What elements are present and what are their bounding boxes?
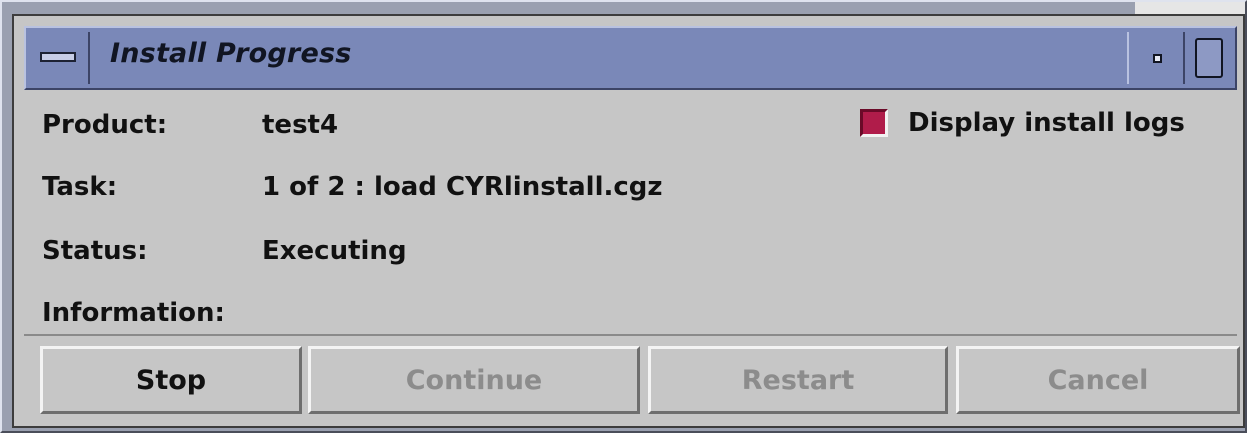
window-menu-icon — [40, 52, 76, 62]
task-value: 1 of 2 : load CYRlinstall.cgz — [262, 172, 663, 202]
status-value: Executing — [262, 236, 407, 266]
restart-button[interactable]: Restart — [648, 346, 948, 414]
task-label: Task: — [42, 172, 118, 202]
install-progress-window: Install Progress Product: test4 Display … — [12, 14, 1245, 428]
minimize-button[interactable] — [1127, 32, 1185, 84]
display-logs-label: Display install logs — [908, 108, 1185, 138]
cancel-button[interactable]: Cancel — [956, 346, 1240, 414]
product-value: test4 — [262, 110, 339, 140]
window-title: Install Progress — [110, 38, 352, 69]
maximize-button[interactable] — [1187, 32, 1231, 84]
display-logs-checkbox[interactable] — [860, 109, 888, 137]
maximize-icon — [1195, 38, 1223, 78]
continue-button[interactable]: Continue — [308, 346, 640, 414]
information-label: Information: — [42, 298, 225, 328]
product-label: Product: — [42, 110, 168, 140]
minimize-icon — [1153, 54, 1162, 63]
window-menu-button[interactable] — [30, 32, 90, 84]
status-label: Status: — [42, 236, 148, 266]
desktop-frame: Install Progress Product: test4 Display … — [0, 0, 1247, 433]
title-bar[interactable]: Install Progress — [24, 26, 1237, 90]
stop-button[interactable]: Stop — [40, 346, 302, 414]
display-logs-toggle[interactable]: Display install logs — [860, 108, 1185, 138]
action-button-bar: Stop Continue Restart Cancel — [24, 334, 1240, 422]
